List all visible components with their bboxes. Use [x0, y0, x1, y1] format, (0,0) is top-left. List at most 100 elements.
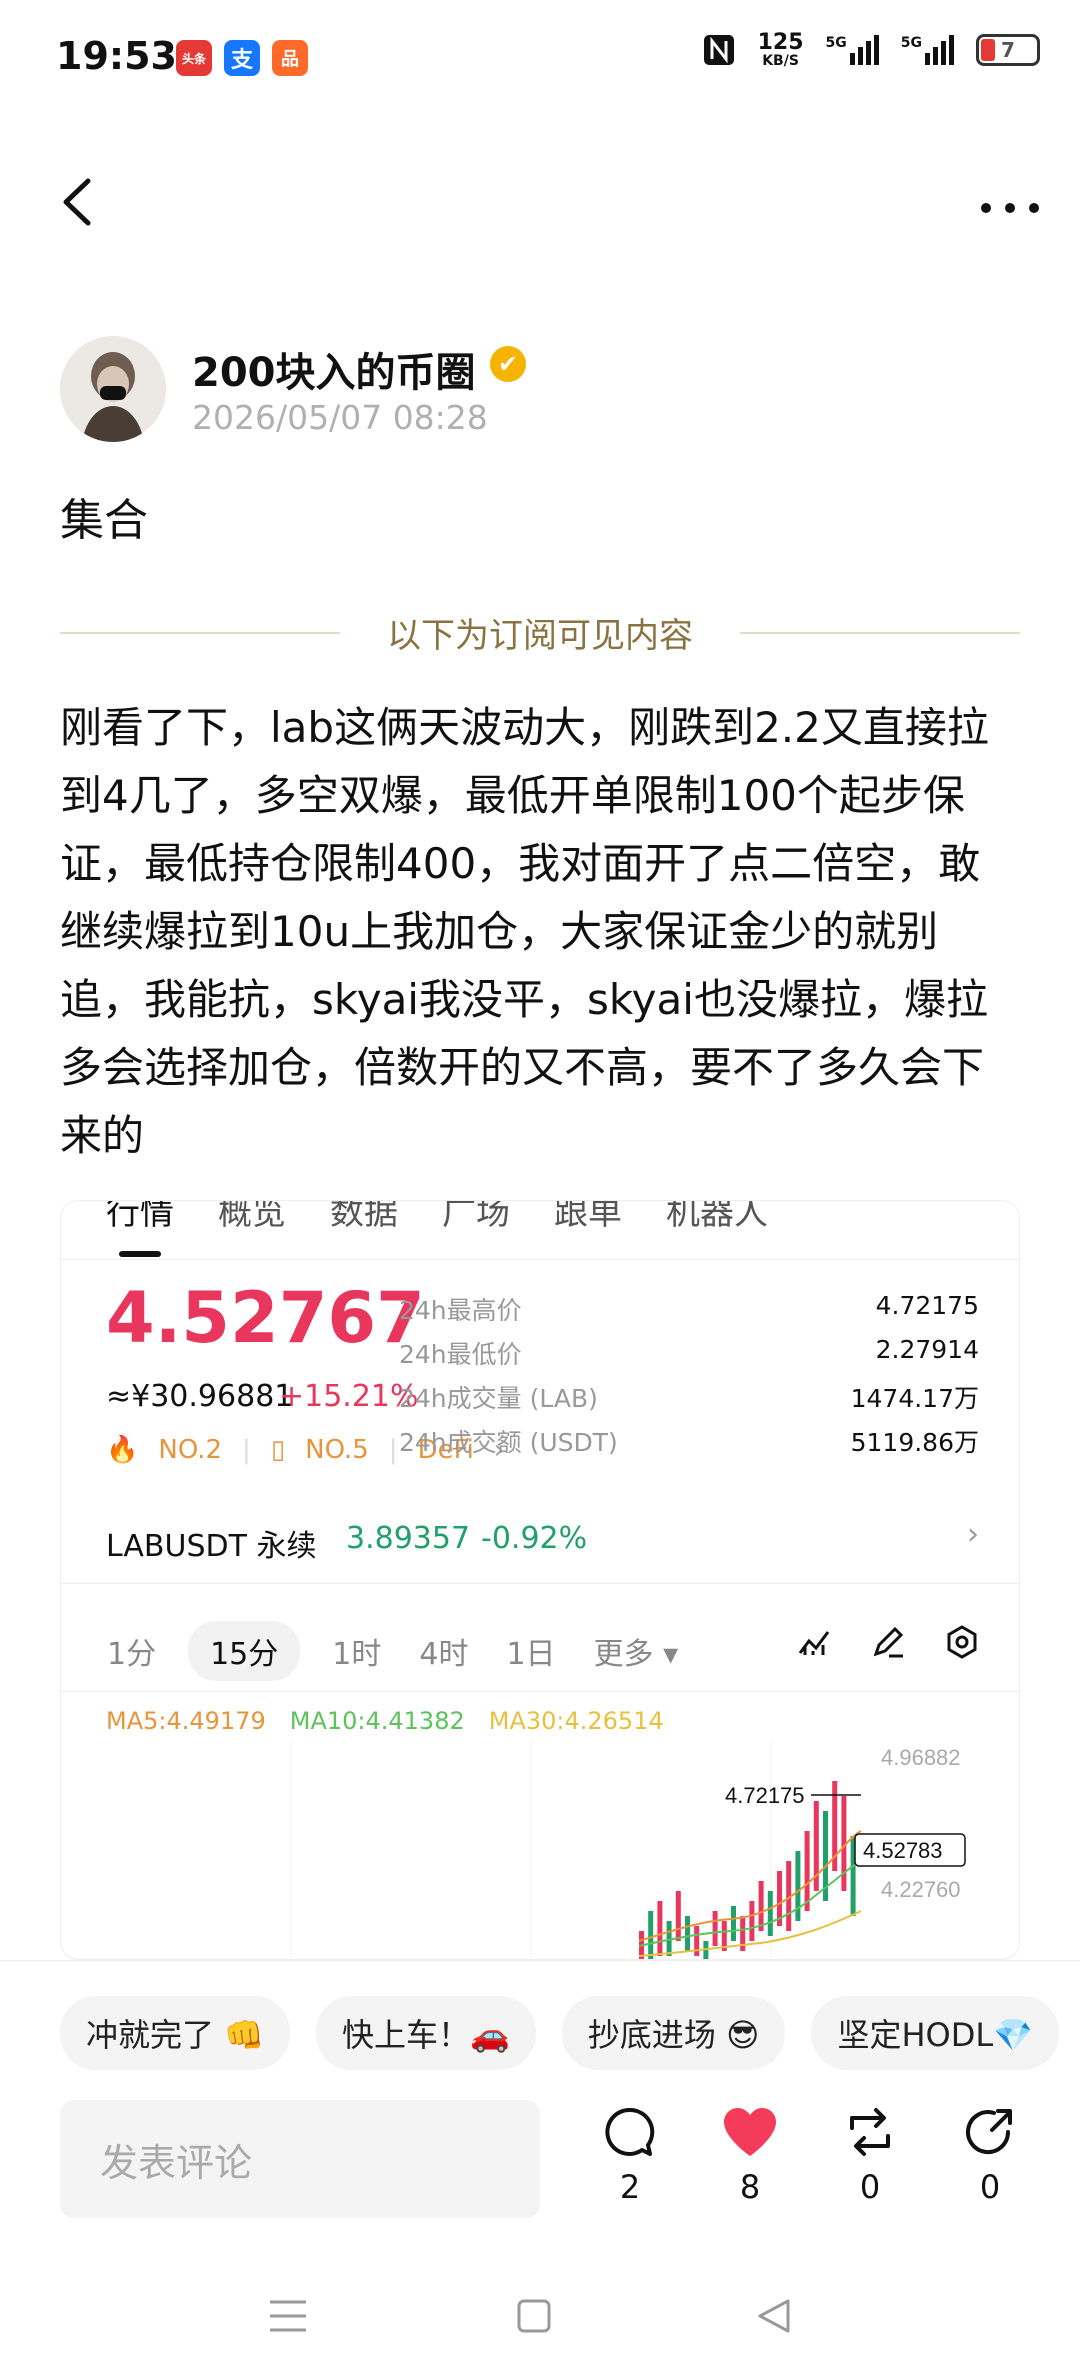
interval-15m: 15分 [188, 1621, 301, 1681]
market-tabs: 行情 概览 数据 广场 跟单 机器人 [106, 1200, 768, 1234]
alipay-app-icon: 支 [224, 40, 260, 76]
back-nav-icon[interactable] [756, 2294, 792, 2345]
interval-4h: 4时 [419, 1637, 469, 1672]
status-bar: 19:53 头条 支 品 125 KB/S 5G 5G 7 [0, 0, 1080, 120]
stat-row: 24h最高价 4.72175 [399, 1291, 979, 1325]
candle [675, 1891, 681, 1941]
bottom-panel-divider [0, 1960, 1080, 1961]
reaction-chip[interactable]: 冲就完了 👊 [60, 1996, 291, 2070]
share-icon [966, 2109, 1012, 2155]
candle [804, 1831, 810, 1911]
post-date: 2026/05/07 08:28 [192, 398, 488, 437]
clock: 19:53 [56, 34, 177, 78]
tag-rank-2: NO.5 [305, 1435, 369, 1465]
price-change: +15.21% [279, 1379, 419, 1414]
perp-price: 3.89357 [346, 1521, 471, 1556]
card-divider [61, 1583, 1019, 1584]
perp-name: LABUSDT 永续 [106, 1529, 317, 1564]
card-divider [61, 1259, 1019, 1260]
interval-1h: 1时 [332, 1637, 382, 1672]
indicator-icon [798, 1631, 830, 1655]
cny-price: ≈¥30.96881 [106, 1379, 294, 1414]
toutiao-app-icon: 头条 [176, 40, 212, 76]
repost-count: 0 [859, 2168, 881, 2206]
share-button[interactable]: 0 [950, 2106, 1030, 2206]
more-options-icon[interactable] [980, 170, 1040, 226]
like-count: 8 [739, 2168, 761, 2206]
candle [712, 1911, 718, 1946]
status-icons: 125 KB/S 5G 5G 7 [702, 32, 1040, 68]
stats-table: 24h最高价 4.72175 24h最低价 2.27914 24h成交量 (LAB)… [399, 1291, 979, 1467]
candle [731, 1906, 736, 1941]
stat-row: 24h成交额 (USDT) 5119.86万 [399, 1428, 979, 1457]
signal-2-icon: 5G [901, 35, 954, 65]
last-price: 4.52767 [106, 1277, 425, 1359]
heart-icon [724, 2108, 776, 2156]
stat-row: 24h成交量 (LAB) 1474.17万 [399, 1384, 979, 1413]
battery-icon: 7 [976, 34, 1040, 66]
ma10-label: MA10:4.41382 [289, 1707, 465, 1735]
repost-button[interactable]: 0 [830, 2106, 910, 2206]
tab-data: 数据 [330, 1200, 398, 1233]
candle [749, 1901, 755, 1941]
ma-legend: MA5:4.49179 MA10:4.41382 MA30:4.26514 [106, 1707, 664, 1735]
candlestick-chart: 4.72175 4.52783 4.96882 4.22760 [290, 1741, 966, 1959]
quick-reactions: 冲就完了 👊 快上车！🚗 抄底进场 😎 坚定HODL💎 [60, 1996, 1060, 2070]
repost-icon [850, 2108, 890, 2156]
card-divider [61, 1691, 1019, 1692]
net-speed: 125 KB/S [757, 30, 804, 69]
ma5-label: MA5:4.49179 [106, 1707, 266, 1735]
reaction-chip[interactable]: 抄底进场 😎 [561, 1996, 786, 2070]
share-count: 0 [979, 2168, 1001, 2206]
tab-copy-trade: 跟单 [554, 1200, 622, 1233]
post-title: 集合 [60, 495, 148, 546]
candle [767, 1891, 773, 1936]
reaction-chip[interactable]: 快上车！🚗 [316, 1996, 536, 2070]
axis-label-top: 4.96882 [881, 1745, 961, 1770]
like-button[interactable]: 8 [710, 2106, 790, 2206]
last-price-label: 4.52783 [863, 1838, 943, 1863]
pinduoduo-app-icon: 品 [272, 40, 308, 76]
interval-1d: 1日 [506, 1637, 556, 1672]
candle [657, 1901, 663, 1956]
tab-bot: 机器人 [666, 1200, 768, 1233]
comment-button[interactable]: 2 [590, 2106, 670, 2206]
candle [648, 1911, 654, 1959]
draw-icon [873, 1626, 904, 1658]
avatar[interactable] [60, 336, 166, 442]
tag-rank: NO.2 [158, 1435, 223, 1465]
interval-more: 更多 ▾ [593, 1637, 679, 1672]
category-icon: ▯ [270, 1435, 286, 1465]
verified-badge-icon: ✔ [490, 346, 526, 382]
back-icon[interactable] [58, 176, 94, 241]
tab-market: 行情 [106, 1200, 174, 1233]
candle [703, 1941, 709, 1959]
reaction-chip[interactable]: 坚定HODL💎 [811, 1996, 1060, 2070]
chart-tools [797, 1625, 979, 1659]
fire-icon: 🔥 [106, 1435, 139, 1465]
interval-selector: 1分 15分 1时 4时 1日 更多 ▾ [101, 1621, 684, 1681]
ma30-label: MA30:4.26514 [488, 1707, 664, 1735]
candle [758, 1881, 764, 1931]
comment-icon [605, 2107, 655, 2156]
signal-1-icon: 5G [826, 35, 879, 65]
home-nav-icon[interactable] [516, 2294, 552, 2345]
stat-row: 24h最低价 2.27914 [399, 1335, 979, 1369]
interval-1m: 1分 [107, 1637, 157, 1672]
settings-icon [947, 1625, 977, 1659]
tab-indicator [119, 1251, 161, 1257]
divider-right [740, 632, 1020, 634]
menu-nav-icon[interactable] [268, 2294, 308, 2345]
post-body: 刚看了下，lab这俩天波动大，刚跌到2.2又直接拉到4几了，多空双爆，最低开单限… [60, 703, 989, 1160]
comment-count: 2 [619, 2168, 641, 2206]
nfc-icon [703, 35, 734, 65]
tab-square: 广场 [442, 1200, 510, 1233]
peak-price-label: 4.72175 [725, 1783, 805, 1808]
perp-change: -0.92% [481, 1521, 588, 1556]
axis-label-mid: 4.22760 [881, 1877, 961, 1902]
candle [685, 1916, 690, 1951]
market-screenshot-card[interactable]: 行情 概览 数据 广场 跟单 机器人 4.52767 ≈¥30.96881 +1… [60, 1200, 1020, 1960]
tab-overview: 概览 [218, 1200, 286, 1233]
author-name[interactable]: 200块入的币圈 [192, 340, 476, 398]
comment-input[interactable]: 发表评论 [60, 2100, 540, 2218]
